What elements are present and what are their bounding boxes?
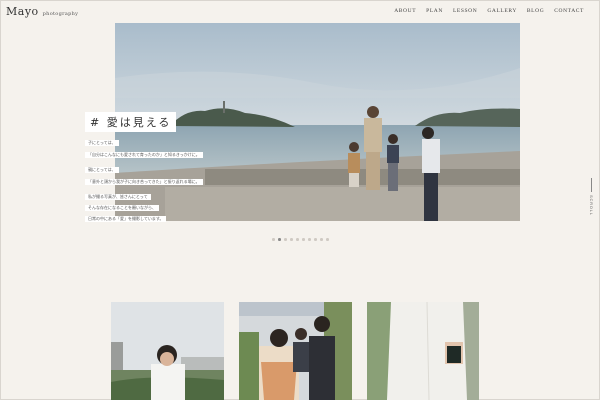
slider-dot[interactable] bbox=[290, 238, 293, 241]
slider-dot[interactable] bbox=[278, 238, 281, 241]
hero-headline: # 愛は見える bbox=[85, 112, 177, 132]
site-logo[interactable]: Mayo photography bbox=[6, 5, 78, 18]
hero-caption-line: そんな存在になることを願いながら、 bbox=[85, 205, 159, 211]
slider-dot[interactable] bbox=[326, 238, 329, 241]
gallery-photo bbox=[367, 302, 479, 400]
hero-caption-line: 子にとっては、 bbox=[85, 140, 119, 146]
nav-about[interactable]: ABOUT bbox=[394, 8, 416, 14]
gallery-thumb-1[interactable] bbox=[111, 302, 224, 400]
hero-caption-line: 日常の中にある「愛」を撮影しています。 bbox=[85, 216, 167, 222]
slider-dot[interactable] bbox=[320, 238, 323, 241]
gallery-thumb-2[interactable] bbox=[239, 302, 352, 400]
slider-dot[interactable] bbox=[314, 238, 317, 241]
gallery-thumb-3[interactable] bbox=[367, 302, 479, 400]
slider-dot[interactable] bbox=[272, 238, 275, 241]
nav-gallery[interactable]: GALLERY bbox=[487, 8, 517, 14]
nav-blog[interactable]: BLOG bbox=[527, 8, 544, 14]
main-nav: ABOUT PLAN LESSON GALLERY BLOG CONTACT bbox=[394, 8, 584, 14]
logo-subtitle: photography bbox=[42, 11, 79, 17]
hero-caption-line: 親にとっては、 bbox=[85, 167, 119, 173]
nav-contact[interactable]: CONTACT bbox=[554, 8, 584, 14]
slider-dot[interactable] bbox=[308, 238, 311, 241]
scroll-label: SCROLL bbox=[589, 195, 594, 216]
nav-lesson[interactable]: LESSON bbox=[453, 8, 477, 14]
scroll-indicator[interactable]: SCROLL bbox=[589, 178, 594, 216]
slider-dot[interactable] bbox=[284, 238, 287, 241]
scroll-line bbox=[591, 178, 592, 192]
gallery-photo bbox=[239, 302, 352, 400]
gallery-photo bbox=[111, 302, 224, 400]
hero-caption-line: 私が撮る写真が、皆さんにとって bbox=[85, 194, 151, 200]
slider-dot[interactable] bbox=[302, 238, 305, 241]
hero-caption-line: 「意外と頭から我が子に向き合ってきた」と振り返れる場に。 bbox=[85, 179, 203, 185]
slider-dot[interactable] bbox=[296, 238, 299, 241]
slider-pagination bbox=[272, 238, 329, 241]
logo-name: Mayo bbox=[6, 5, 39, 18]
nav-plan[interactable]: PLAN bbox=[426, 8, 443, 14]
hero-caption-line: 「自分はこんなにも愛されて育ったのか」と知るきっかけに。 bbox=[85, 152, 203, 158]
